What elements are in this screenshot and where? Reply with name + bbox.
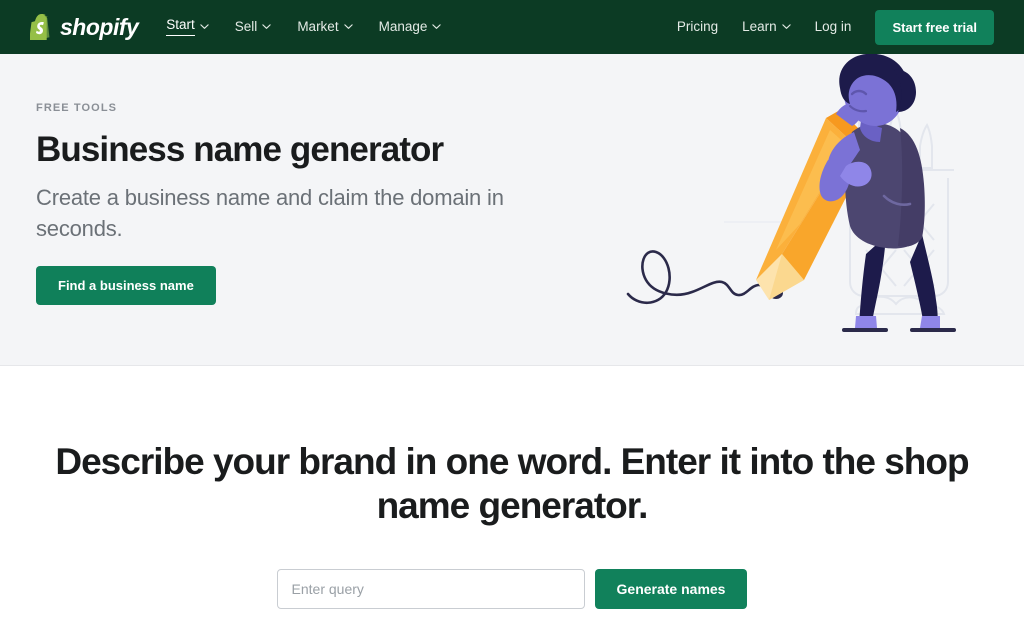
chevron-down-icon (343, 22, 353, 31)
nav-item-manage[interactable]: Manage (379, 16, 442, 38)
nav-item-market[interactable]: Market (297, 16, 353, 38)
generator-section: Describe your brand in one word. Enter i… (0, 366, 1024, 609)
hero-section: FREE TOOLS Business name generator Creat… (0, 54, 1024, 366)
nav-link-learn[interactable]: Learn (742, 20, 791, 34)
generate-names-button[interactable]: Generate names (594, 568, 748, 609)
section-heading: Describe your brand in one word. Enter i… (55, 441, 969, 527)
nav-link-learn-label: Learn (742, 19, 777, 35)
nav-link-login-label: Log in (814, 19, 852, 35)
primary-navigation: Start Sell Market Manage (166, 14, 442, 40)
generator-form: Generate names (0, 568, 1024, 609)
nav-item-manage-label: Manage (378, 19, 428, 35)
nav-item-market-label: Market (297, 19, 339, 35)
hero-copy: FREE TOOLS Business name generator Creat… (36, 102, 576, 305)
shopify-wordmark: shopify (60, 13, 139, 40)
chevron-down-icon (781, 22, 791, 31)
search-input[interactable] (276, 568, 585, 609)
person-pushing-giant-pencil-illustration (604, 54, 1024, 365)
shopify-logo-link[interactable]: shopify (29, 13, 139, 44)
hero-eyebrow: FREE TOOLS (36, 102, 118, 114)
shopify-bag-icon (29, 14, 53, 44)
nav-link-login[interactable]: Log in (815, 20, 852, 34)
header-secondary-actions: Pricing Learn Log in Start free trial (677, 9, 994, 45)
chevron-down-icon (262, 22, 271, 31)
nav-item-sell[interactable]: Sell (235, 16, 272, 38)
site-header: shopify Start Sell Market Manage Pricing… (0, 0, 1024, 54)
chevron-down-icon (200, 22, 209, 31)
nav-item-sell-label: Sell (234, 19, 258, 35)
start-free-trial-button[interactable]: Start free trial (875, 9, 994, 45)
nav-item-start-label: Start (166, 18, 195, 36)
find-business-name-button[interactable]: Find a business name (36, 265, 216, 305)
chevron-down-icon (432, 22, 442, 31)
nav-link-pricing-label: Pricing (676, 19, 719, 35)
hero-subtitle: Create a business name and claim the dom… (36, 185, 504, 241)
page-title: Business name generator (36, 130, 444, 169)
nav-link-pricing[interactable]: Pricing (677, 20, 718, 34)
nav-item-start[interactable]: Start (166, 14, 209, 40)
